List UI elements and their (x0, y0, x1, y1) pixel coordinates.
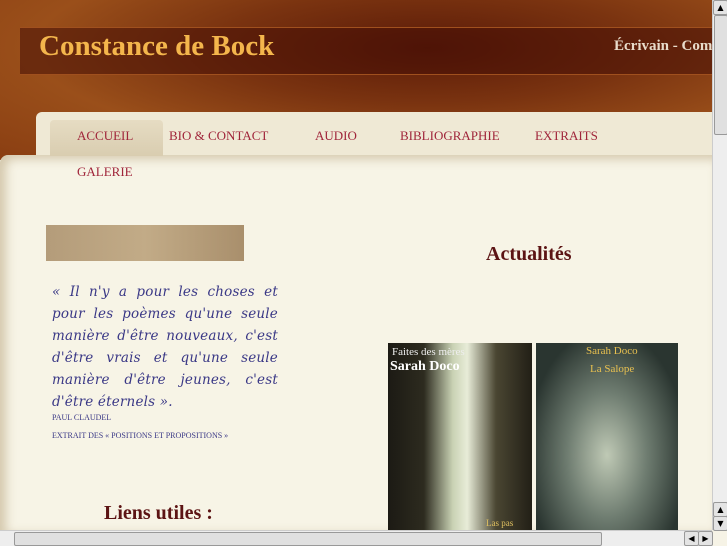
vertical-scrollbar[interactable]: ▲ ▲ ▼ (712, 0, 727, 531)
vertical-scroll-thumb[interactable] (714, 15, 727, 135)
quote-text: « Il n'y a pour les choses et pour les p… (52, 284, 278, 410)
site-title[interactable]: Constance de Bock (39, 30, 274, 63)
nav-galerie[interactable]: GALERIE (77, 164, 133, 180)
site-tagline: Écrivain - Com (614, 38, 713, 54)
quote-author: PAUL CLAUDEL (52, 413, 112, 422)
cover-author: Sarah Doco (586, 345, 638, 357)
horizontal-scrollbar[interactable]: ◀ ▶ (0, 530, 713, 546)
nav-bio-contact[interactable]: BIO & CONTACT (169, 128, 268, 144)
nav-bibliographie[interactable]: BIBLIOGRAPHIE (400, 128, 500, 144)
cover-footer: Las pas (486, 518, 514, 528)
book-cover-faites-des-meres[interactable]: Faites des mères Sarah Doco Las pas (388, 343, 532, 530)
cover-title: La Salope (590, 363, 635, 375)
scroll-left-icon[interactable]: ◀ (684, 531, 699, 546)
scroll-down-icon[interactable]: ▼ (713, 516, 727, 531)
nav-audio[interactable]: AUDIO (315, 128, 357, 144)
decorative-banner-image (46, 225, 244, 261)
scroll-right-icon[interactable]: ▶ (698, 531, 713, 546)
links-heading: Liens utiles : (104, 502, 213, 524)
scroll-up-icon[interactable]: ▲ (713, 502, 727, 517)
news-heading: Actualités (486, 243, 572, 265)
scroll-up-icon[interactable]: ▲ (713, 0, 727, 15)
nav-extraits[interactable]: EXTRAITS (535, 128, 598, 144)
quote-source: EXTRAIT DES « POSITIONS ET PROPOSITIONS … (52, 431, 229, 440)
nav-accueil[interactable]: ACCUEIL (77, 128, 133, 144)
cover-author: Sarah Doco (390, 359, 460, 374)
book-cover-la-salope[interactable]: Sarah Doco La Salope (536, 343, 678, 530)
cover-subtitle: Faites des mères (392, 346, 465, 358)
horizontal-scroll-thumb[interactable] (14, 532, 602, 546)
